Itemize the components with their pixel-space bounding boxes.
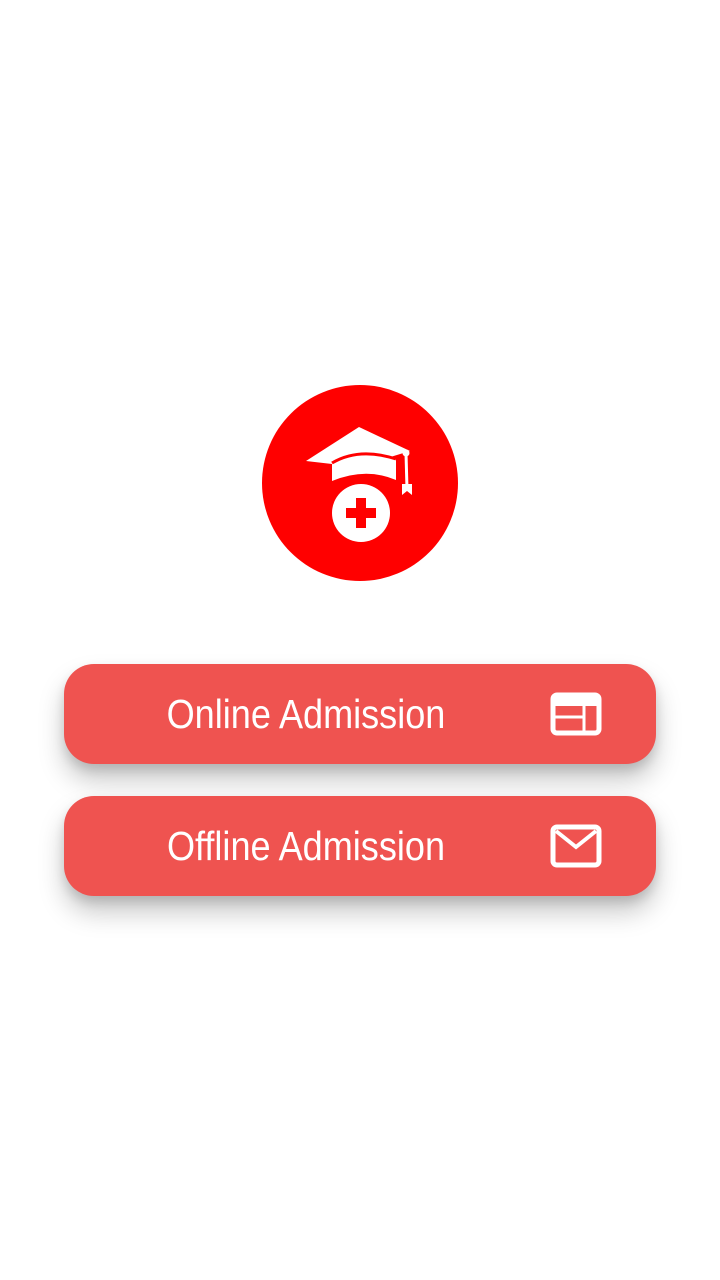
online-admission-button[interactable]: Online Admission <box>64 664 656 764</box>
offline-admission-label: Offline Admission <box>166 823 446 869</box>
offline-admission-button[interactable]: Offline Admission <box>64 796 656 896</box>
envelope-icon <box>550 824 602 868</box>
graduation-cap-medical-cross-icon <box>306 427 412 542</box>
admission-screen: Online Admission Offline Admission <box>0 0 720 1280</box>
online-admission-label: Online Admission <box>166 691 446 737</box>
browser-window-icon <box>550 692 602 736</box>
app-logo <box>262 385 458 581</box>
